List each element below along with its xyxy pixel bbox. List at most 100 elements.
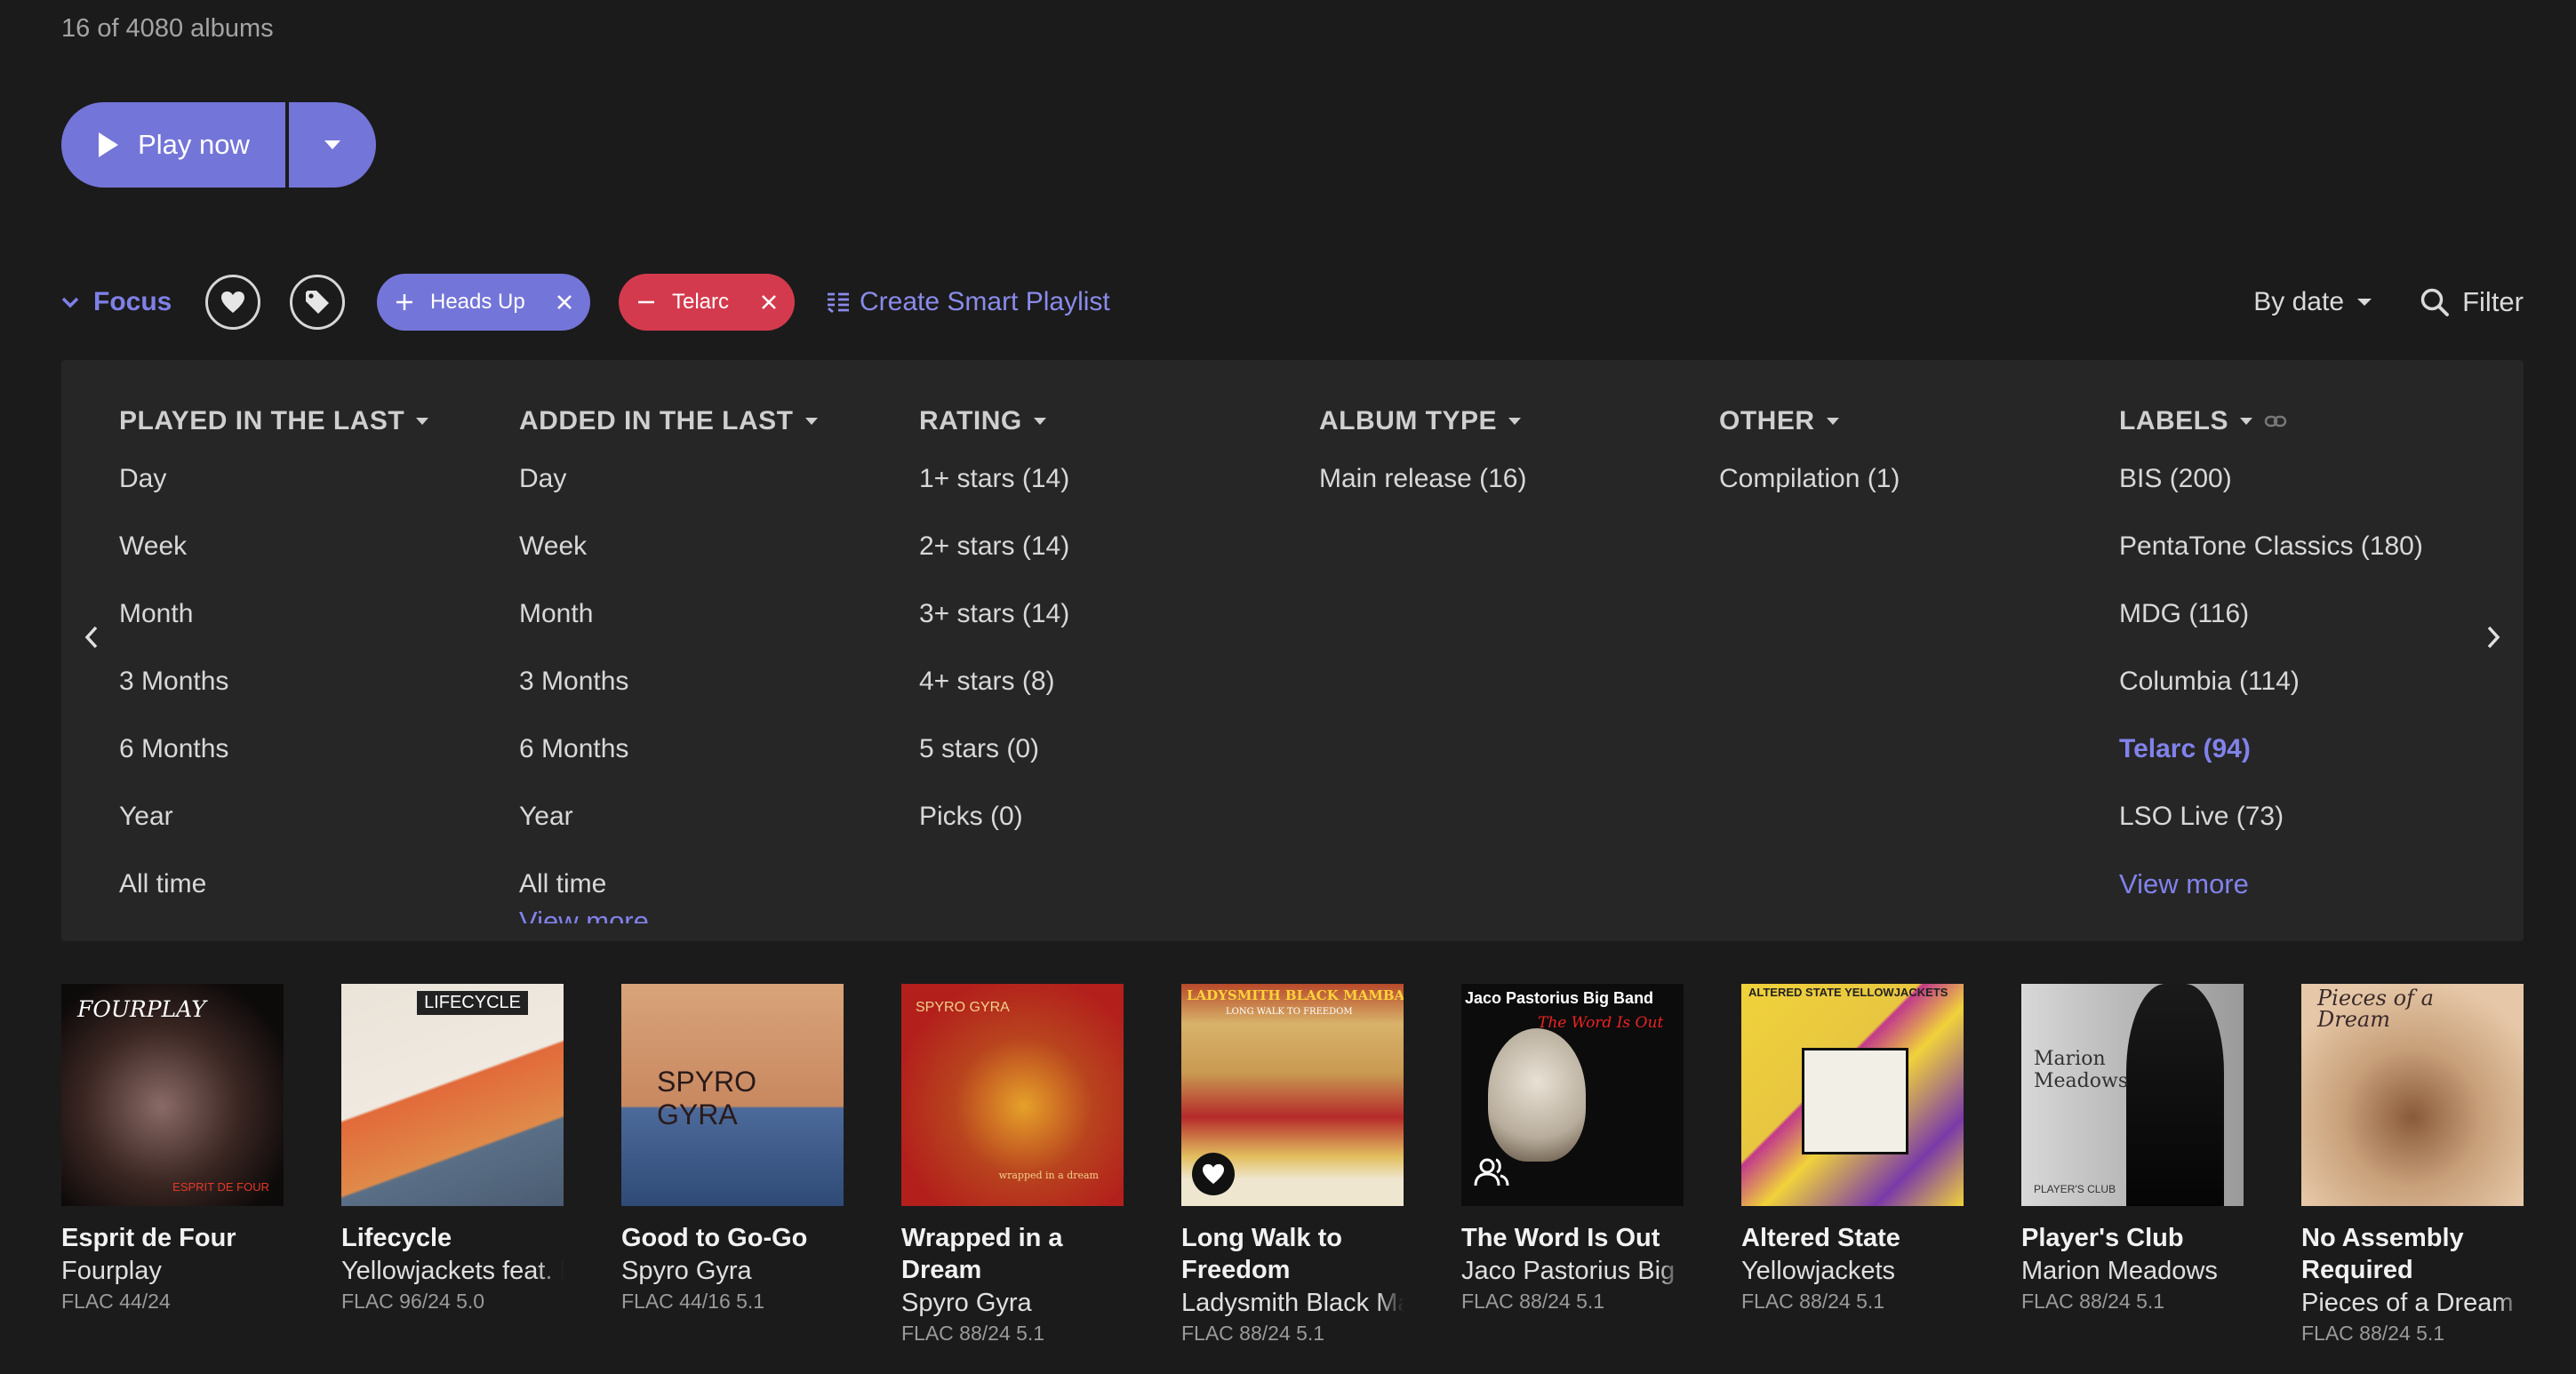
- album-title[interactable]: The Word Is Out: [1461, 1222, 1684, 1254]
- album-cover[interactable]: SPYRO GYRA wrapped in a dream: [901, 984, 1124, 1206]
- album-artist[interactable]: Spyro Gyra: [621, 1254, 844, 1288]
- filter-option[interactable]: 6 Months: [519, 715, 892, 783]
- album-card[interactable]: LADYSMITH BLACK MAMBAZO LONG WALK TO FRE…: [1181, 984, 1404, 1346]
- rating-column: RATING 1+ stars (14) 2+ stars (14) 3+ st…: [919, 397, 1292, 851]
- cover-title: ALTERED STATE YELLOWJACKETS: [1748, 986, 1948, 999]
- create-smart-playlist-button[interactable]: Create Smart Playlist: [826, 273, 1110, 332]
- filter-option[interactable]: 1+ stars (14): [919, 445, 1292, 513]
- filter-option[interactable]: Day: [519, 445, 892, 513]
- album-card[interactable]: SPYRO GYRA wrapped in a dream Wrapped in…: [901, 984, 1124, 1346]
- rating-header[interactable]: RATING: [919, 397, 1292, 445]
- sort-dropdown[interactable]: By date: [2253, 273, 2372, 332]
- album-artist[interactable]: Spyro Gyra: [901, 1286, 1124, 1320]
- minus-icon: [638, 300, 654, 304]
- filter-option[interactable]: PentaTone Classics (180): [2119, 513, 2492, 580]
- filter-option[interactable]: 5 stars (0): [919, 715, 1292, 783]
- album-cover[interactable]: ALTERED STATE YELLOWJACKETS: [1741, 984, 1964, 1206]
- album-card[interactable]: Marion Meadows PLAYER'S CLUB Player's Cl…: [2021, 984, 2244, 1314]
- album-title[interactable]: Altered State: [1741, 1222, 1964, 1254]
- link-icon[interactable]: [2264, 414, 2287, 428]
- album-card[interactable]: ALTERED STATE YELLOWJACKETS Altered Stat…: [1741, 984, 1964, 1314]
- album-artist[interactable]: Jaco Pastorius Big Band: [1461, 1254, 1684, 1288]
- filter-button[interactable]: Filter: [2420, 273, 2524, 332]
- album-artist[interactable]: Yellowjackets: [1741, 1254, 1964, 1288]
- filter-option[interactable]: MDG (116): [2119, 580, 2492, 648]
- remove-chip-button[interactable]: [556, 294, 572, 310]
- filter-option[interactable]: Month: [519, 580, 892, 648]
- filter-option[interactable]: Week: [519, 513, 892, 580]
- filter-option[interactable]: Month: [119, 580, 492, 648]
- played-in-last-column: PLAYED IN THE LAST Day Week Month 3 Mont…: [119, 397, 492, 918]
- played-in-last-header[interactable]: PLAYED IN THE LAST: [119, 397, 492, 445]
- album-title[interactable]: Player's Club: [2021, 1222, 2244, 1254]
- album-cover[interactable]: Pieces of a Dream: [2301, 984, 2524, 1206]
- filter-option[interactable]: Compilation (1): [1719, 445, 2092, 513]
- view-more-link[interactable]: View more: [519, 888, 892, 923]
- album-cover[interactable]: FOURPLAY ESPRIT DE FOUR: [61, 984, 284, 1206]
- include-chip-label: Heads Up: [430, 290, 525, 314]
- filter-option[interactable]: BIS (200): [2119, 445, 2492, 513]
- remove-chip-button[interactable]: [761, 294, 777, 310]
- filter-option[interactable]: All time: [119, 851, 492, 918]
- filter-option[interactable]: Main release (16): [1319, 445, 1692, 513]
- album-cover[interactable]: Jaco Pastorius Big Band The Word Is Out: [1461, 984, 1684, 1206]
- favorites-filter-button[interactable]: [205, 275, 260, 330]
- filter-option[interactable]: 6 Months: [119, 715, 492, 783]
- album-cover[interactable]: LIFECYCLE: [341, 984, 564, 1206]
- filter-option[interactable]: Columbia (114): [2119, 648, 2492, 715]
- filter-option[interactable]: Year: [519, 783, 892, 851]
- tags-filter-button[interactable]: [290, 275, 345, 330]
- favorite-badge[interactable]: [1192, 1153, 1235, 1195]
- filter-option[interactable]: 3 Months: [519, 648, 892, 715]
- album-title[interactable]: No Assembly Required: [2301, 1222, 2524, 1286]
- play-now-label: Play now: [138, 129, 250, 160]
- include-chip-heads-up[interactable]: Heads Up: [377, 274, 590, 331]
- album-title[interactable]: Esprit de Four: [61, 1222, 284, 1254]
- exclude-chip-telarc[interactable]: Telarc: [619, 274, 795, 331]
- album-title[interactable]: Wrapped in a Dream: [901, 1222, 1124, 1286]
- album-card[interactable]: LIFECYCLE Lifecycle Yellowjackets feat. …: [341, 984, 564, 1314]
- filter-option-active[interactable]: Telarc (94): [2119, 715, 2492, 783]
- filter-option[interactable]: 3 Months: [119, 648, 492, 715]
- album-artist[interactable]: Pieces of a Dream: [2301, 1286, 2524, 1320]
- album-cover[interactable]: SPYRO GYRA: [621, 984, 844, 1206]
- cover-title: FOURPLAY: [77, 996, 206, 1022]
- album-artist[interactable]: Yellowjackets feat. Mike Stern: [341, 1254, 564, 1288]
- filter-option[interactable]: Week: [119, 513, 492, 580]
- album-card[interactable]: Jaco Pastorius Big Band The Word Is Out …: [1461, 984, 1684, 1314]
- added-in-last-header[interactable]: ADDED IN THE LAST: [519, 397, 892, 445]
- filter-option[interactable]: 3+ stars (14): [919, 580, 1292, 648]
- filter-option[interactable]: LSO Live (73): [2119, 783, 2492, 851]
- filter-option[interactable]: 2+ stars (14): [919, 513, 1292, 580]
- album-card[interactable]: FOURPLAY ESPRIT DE FOUR Esprit de Four F…: [61, 984, 284, 1314]
- other-header[interactable]: OTHER: [1719, 397, 2092, 445]
- album-type-header[interactable]: ALBUM TYPE: [1319, 397, 1692, 445]
- other-column: OTHER Compilation (1): [1719, 397, 2092, 513]
- plus-icon: [396, 294, 412, 310]
- album-title[interactable]: Long Walk to Freedom: [1181, 1222, 1404, 1286]
- album-title[interactable]: Lifecycle: [341, 1222, 564, 1254]
- chevron-down-icon: [2357, 299, 2372, 306]
- album-card[interactable]: SPYRO GYRA Good to Go-Go Spyro Gyra FLAC…: [621, 984, 844, 1314]
- view-more-link[interactable]: View more: [2119, 851, 2492, 918]
- album-artist[interactable]: Fourplay: [61, 1254, 284, 1288]
- filter-option[interactable]: Day: [119, 445, 492, 513]
- filter-option[interactable]: 4+ stars (8): [919, 648, 1292, 715]
- scroll-left-button[interactable]: [74, 619, 109, 655]
- focus-toggle[interactable]: Focus: [61, 273, 172, 332]
- album-artist[interactable]: Ladysmith Black Mambazo: [1181, 1286, 1404, 1320]
- album-card[interactable]: Pieces of a Dream No Assembly Required P…: [2301, 984, 2524, 1346]
- filter-option[interactable]: Picks (0): [919, 783, 1292, 851]
- album-format: FLAC 96/24 5.0: [341, 1290, 485, 1313]
- album-artist[interactable]: Marion Meadows: [2021, 1254, 2244, 1288]
- album-format: FLAC 44/24: [61, 1290, 171, 1313]
- scroll-right-button[interactable]: [2476, 619, 2511, 655]
- labels-header[interactable]: LABELS: [2119, 397, 2492, 445]
- album-cover[interactable]: LADYSMITH BLACK MAMBAZO LONG WALK TO FRE…: [1181, 984, 1404, 1206]
- album-cover[interactable]: Marion Meadows PLAYER'S CLUB: [2021, 984, 2244, 1206]
- play-options-button[interactable]: [289, 102, 376, 188]
- play-now-button[interactable]: Play now: [61, 102, 285, 188]
- album-count: 16 of 4080 albums: [61, 14, 274, 43]
- filter-option[interactable]: Year: [119, 783, 492, 851]
- album-title[interactable]: Good to Go-Go: [621, 1222, 844, 1254]
